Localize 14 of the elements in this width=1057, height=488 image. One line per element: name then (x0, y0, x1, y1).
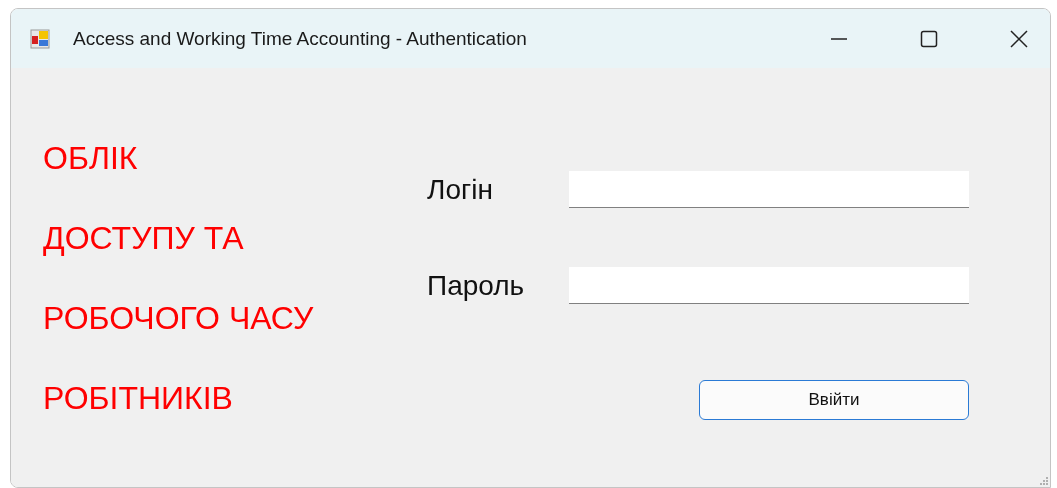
app-icon (30, 28, 50, 49)
field-label: Пароль (427, 269, 526, 302)
close-icon[interactable] (1009, 28, 1029, 49)
input-field[interactable] (569, 267, 969, 304)
login-button[interactable]: Ввійти (699, 380, 969, 420)
maximize-icon[interactable] (919, 28, 939, 49)
field-label: Логін (427, 173, 494, 206)
heading-line: ДОСТУПУ ТА (43, 219, 244, 257)
heading-line: ОБЛІК (43, 139, 138, 177)
heading-line: РОБОЧОГО ЧАСУ (43, 299, 314, 337)
input-field[interactable] (569, 171, 969, 208)
resize-grip-icon[interactable] (1040, 477, 1048, 485)
heading-line: РОБІТНИКІВ (43, 379, 233, 417)
window-title: Access and Working Time Accounting - Authentication (73, 27, 527, 50)
